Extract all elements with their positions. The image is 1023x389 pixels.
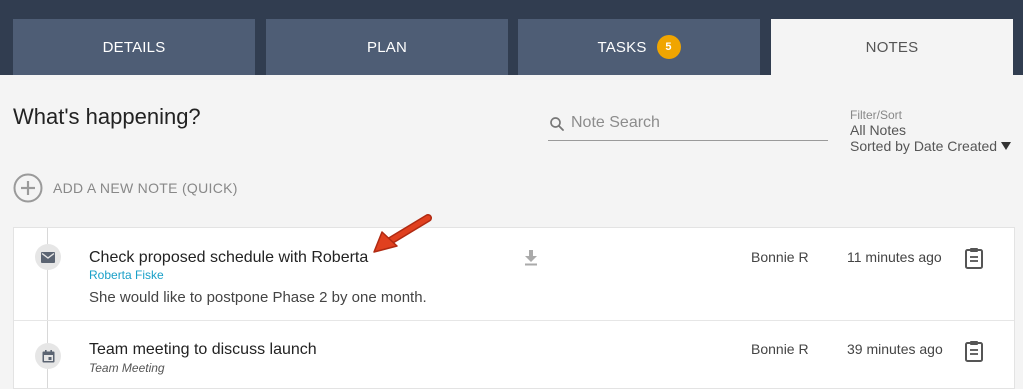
note-search-input[interactable] (571, 110, 821, 136)
annotation-arrow-icon (373, 214, 432, 253)
add-new-note-button[interactable]: ADD A NEW NOTE (QUICK) (13, 173, 238, 203)
clipboard-icon[interactable] (964, 340, 984, 362)
tasks-count-badge: 5 (656, 35, 681, 59)
note-item: Team meeting to discuss launch Team Meet… (14, 320, 1014, 389)
note-timestamp: 39 minutes ago (847, 341, 943, 357)
note-type-label: Team Meeting (89, 361, 165, 375)
note-author: Bonnie R (751, 341, 809, 357)
clipboard-icon[interactable] (964, 247, 984, 269)
search-icon (550, 117, 564, 131)
tab-bar: DETAILS PLAN TASKS 5 NOTES (0, 0, 1023, 75)
tab-details-label: DETAILS (102, 38, 166, 56)
filter-sort-label: Filter/Sort (850, 108, 903, 122)
tab-plan-label: PLAN (367, 38, 407, 56)
dropdown-caret-icon (1001, 142, 1011, 150)
note-author: Bonnie R (751, 249, 809, 265)
envelope-icon (35, 244, 61, 270)
download-icon[interactable] (524, 250, 538, 266)
tab-tasks[interactable]: TASKS 5 (518, 19, 760, 75)
filter-value: All Notes (850, 122, 907, 138)
plus-circle-icon (13, 173, 43, 203)
note-contact-link[interactable]: Roberta Fiske (89, 268, 164, 282)
note-search (548, 110, 828, 141)
sort-value: Sorted by Date Created (850, 138, 998, 154)
note-title[interactable]: Check proposed schedule with Roberta (89, 249, 368, 267)
notes-list: Check proposed schedule with Roberta Rob… (13, 227, 1015, 389)
filter-sort-dropdown[interactable]: Filter/Sort All Notes Sorted by Date Cre… (850, 108, 1015, 154)
tab-tasks-label: TASKS (597, 38, 647, 56)
note-timestamp: 11 minutes ago (847, 249, 942, 265)
calendar-icon (35, 343, 61, 369)
add-new-note-label: ADD A NEW NOTE (QUICK) (53, 180, 238, 196)
tab-notes-label: NOTES (865, 38, 919, 56)
page-heading: What's happening? (13, 104, 201, 129)
note-item: Check proposed schedule with Roberta Rob… (14, 228, 1014, 320)
note-title[interactable]: Team meeting to discuss launch (89, 341, 317, 359)
tab-notes[interactable]: NOTES (771, 19, 1013, 75)
note-body: She would like to postpone Phase 2 by on… (89, 289, 427, 306)
tab-details[interactable]: DETAILS (13, 19, 255, 75)
tab-plan[interactable]: PLAN (266, 19, 508, 75)
